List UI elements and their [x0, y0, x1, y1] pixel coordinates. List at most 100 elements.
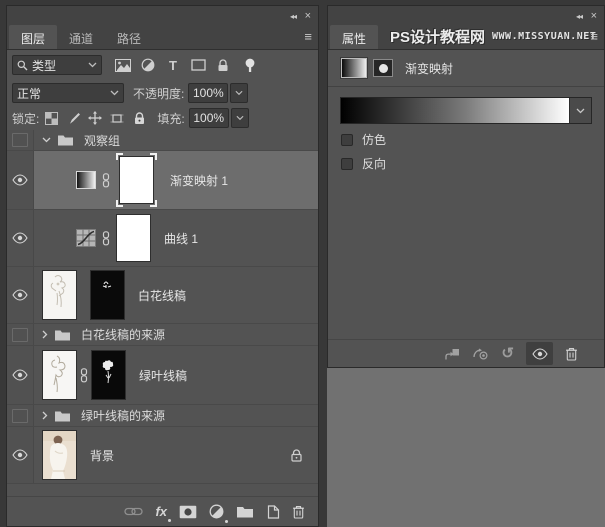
new-page-icon — [266, 505, 280, 519]
visibility-toggle[interactable] — [7, 210, 34, 266]
filter-toggle-switch[interactable] — [240, 55, 260, 75]
dither-checkbox[interactable] — [341, 134, 353, 146]
visibility-toggle[interactable] — [7, 324, 34, 345]
filter-smart-objects-button[interactable] — [213, 55, 233, 75]
locked-icon — [291, 449, 302, 462]
collapse-panel-icon[interactable]: ◂◂ — [576, 13, 582, 21]
gradient-map-thumbnail[interactable] — [76, 171, 96, 189]
gradient-picker-dropdown[interactable] — [340, 97, 592, 124]
clip-to-layer-button[interactable] — [444, 348, 460, 360]
curves-thumbnail[interactable] — [76, 229, 96, 247]
lock-row: 锁定: 填充: 100% — [7, 106, 318, 130]
filter-adjustment-layers-button[interactable] — [138, 55, 158, 75]
visibility-toggle[interactable] — [7, 346, 34, 404]
add-mask-button[interactable] — [179, 505, 197, 519]
gradient-map-badge-icon[interactable] — [341, 58, 367, 78]
filter-kind-dropdown[interactable]: 类型 — [12, 55, 102, 75]
new-adjustment-layer-button[interactable] — [209, 504, 224, 519]
layer-row-white-flower[interactable]: 白花线稿 — [7, 267, 318, 324]
lock-all-button[interactable] — [131, 108, 147, 128]
close-panel-icon[interactable]: × — [591, 11, 597, 22]
fill-value[interactable]: 100% — [189, 108, 229, 128]
lock-image-pixels-button[interactable] — [65, 108, 81, 128]
visibility-toggle[interactable] — [7, 427, 34, 483]
layer-mask-thumbnail[interactable] — [90, 270, 125, 320]
eye-icon — [12, 232, 28, 244]
fill-label: 填充: — [157, 110, 184, 127]
layer-mask-thumbnail[interactable] — [116, 153, 157, 207]
visibility-toggle[interactable] — [7, 130, 34, 150]
chevron-down-icon[interactable] — [42, 137, 51, 143]
filter-shape-layers-button[interactable] — [188, 55, 208, 75]
filter-pixel-layers-button[interactable] — [113, 55, 133, 75]
chevron-down-icon — [576, 108, 585, 114]
layer-thumbnail[interactable] — [42, 430, 77, 480]
opacity-label: 不透明度: — [133, 85, 184, 102]
visibility-toggle[interactable] — [7, 267, 34, 323]
folder-icon — [57, 134, 74, 146]
layer-name: 白花线稿 — [138, 287, 186, 304]
gradient-preview[interactable] — [341, 98, 569, 123]
blend-row: 正常 不透明度: 100% — [7, 80, 318, 106]
adjustment-title: 渐变映射 — [405, 60, 453, 77]
layer-style-button[interactable]: fx — [155, 505, 167, 518]
layers-panel-header: ◂◂ × 图层 通道 路径 ≡ — [7, 6, 318, 50]
close-panel-icon[interactable]: × — [305, 11, 311, 22]
fill-dropdown-button[interactable] — [231, 108, 249, 128]
watermark-en: WWW.MISSYUAN.NET — [492, 31, 596, 42]
chevron-right-icon[interactable] — [42, 330, 48, 339]
filter-kind-label: 类型 — [32, 57, 88, 74]
link-icon — [101, 231, 111, 246]
tab-properties[interactable]: 属性 — [330, 25, 378, 49]
opacity-value[interactable]: 100% — [188, 83, 228, 103]
layers-panel: ◂◂ × 图层 通道 路径 ≡ 类型 T — [6, 5, 319, 527]
lock-artboard-button[interactable] — [109, 108, 125, 128]
mask-badge-icon[interactable] — [373, 59, 393, 77]
link-icon — [101, 173, 111, 188]
layer-row-green-leaf[interactable]: 绿叶线稿 — [7, 346, 318, 405]
layer-name: 绿叶线稿的来源 — [81, 407, 165, 424]
filter-type-layers-button[interactable]: T — [163, 55, 183, 75]
lock-transparent-pixels-button[interactable] — [43, 108, 59, 128]
toggle-visibility-button[interactable] — [526, 342, 553, 365]
layer-row-curves[interactable]: 曲线 1 — [7, 210, 318, 267]
tab-channels[interactable]: 通道 — [57, 25, 105, 49]
delete-layer-button[interactable] — [292, 505, 305, 519]
layer-row-background[interactable]: 背景 — [7, 427, 318, 484]
new-layer-button[interactable] — [266, 505, 280, 519]
panel-menu-icon[interactable]: ≡ — [304, 29, 312, 44]
blend-mode-dropdown[interactable]: 正常 — [12, 83, 124, 103]
visibility-toggle[interactable] — [7, 405, 34, 426]
collapse-panel-icon[interactable]: ◂◂ — [290, 13, 296, 21]
layer-mask-thumbnail[interactable] — [91, 350, 126, 400]
brush-icon — [67, 112, 80, 125]
link-layers-button[interactable] — [124, 507, 143, 516]
opacity-dropdown-button[interactable] — [230, 83, 248, 103]
layer-mask-thumbnail[interactable] — [116, 214, 151, 262]
checkerboard-icon — [45, 112, 58, 125]
visibility-toggle[interactable] — [7, 151, 34, 209]
new-group-button[interactable] — [236, 505, 254, 518]
folder-icon — [54, 329, 71, 341]
tab-paths[interactable]: 路径 — [105, 25, 153, 49]
gradient-dropdown-button[interactable] — [569, 98, 591, 123]
tab-layers[interactable]: 图层 — [9, 25, 57, 49]
layer-thumbnail[interactable] — [42, 350, 77, 400]
layer-name: 白花线稿的来源 — [81, 326, 165, 343]
lock-position-button[interactable] — [87, 108, 103, 128]
reset-button[interactable]: ↺ — [501, 346, 514, 361]
delete-adjustment-button[interactable] — [565, 347, 578, 361]
eye-icon — [12, 449, 28, 461]
lock-icon — [217, 59, 229, 72]
layer-row-group[interactable]: 观察组 — [7, 130, 318, 151]
panel-menu-icon[interactable]: ≡ — [590, 29, 598, 44]
eye-icon — [12, 289, 28, 301]
layer-row-gradient-map[interactable]: 渐变映射 1 — [7, 151, 318, 210]
reverse-label: 反向 — [362, 155, 386, 172]
layer-thumbnail[interactable] — [42, 270, 77, 320]
view-previous-state-button[interactable] — [472, 348, 489, 360]
layer-row-group[interactable]: 白花线稿的来源 — [7, 324, 318, 346]
layer-row-group[interactable]: 绿叶线稿的来源 — [7, 405, 318, 427]
reverse-checkbox[interactable] — [341, 158, 353, 170]
chevron-right-icon[interactable] — [42, 411, 48, 420]
